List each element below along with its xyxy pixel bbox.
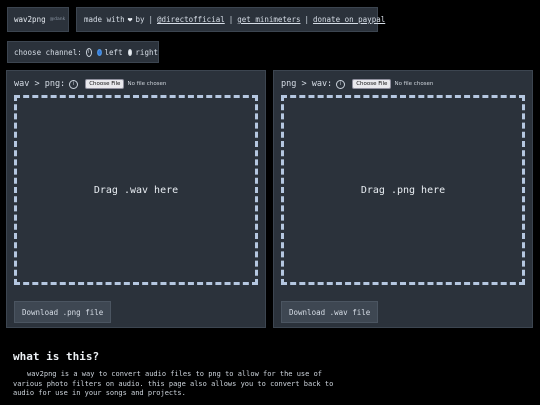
download-png-button[interactable]: Download .png file — [14, 301, 112, 323]
credits-panel: made with ❤ by | @directofficial | get m… — [76, 7, 385, 32]
donate-link[interactable]: donate on paypal — [313, 15, 385, 24]
radio-left-label[interactable]: left — [105, 48, 123, 57]
png-to-wav-panel: png > wav: i Choose File No file chosen … — [273, 70, 533, 328]
author-link[interactable]: @directofficial — [157, 15, 225, 24]
drop-text: Drag .wav here — [93, 184, 179, 196]
app-name: wav2png — [14, 15, 46, 24]
converter-heading: wav > png: — [14, 79, 66, 89]
file-status: No file chosen — [394, 81, 434, 87]
separator: | — [228, 15, 234, 24]
converter-heading: png > wav: — [281, 79, 333, 89]
channel-label: choose channel: — [14, 47, 82, 57]
heart-icon: ❤ — [127, 15, 133, 24]
file-status: No file chosen — [127, 81, 167, 87]
separator: | — [148, 15, 154, 24]
info-icon[interactable]: i — [336, 79, 346, 89]
converter-header: png > wav: i Choose File No file chosen — [281, 79, 433, 89]
about-title: what is this? — [13, 350, 100, 363]
converter-header: wav > png: i Choose File No file chosen — [14, 79, 166, 89]
channel-panel: choose channel: i left right — [7, 41, 159, 63]
about-body: wav2png is a way to convert audio files … — [13, 370, 334, 397]
drop-zone[interactable]: Drag .wav here — [14, 95, 258, 285]
wav-to-png-panel: wav > png: i Choose File No file chosen … — [6, 70, 266, 328]
radio-left[interactable] — [96, 48, 102, 56]
choose-file-button[interactable]: Choose File — [352, 79, 392, 89]
about-section: what is this? wav2png is a way to conver… — [13, 350, 353, 399]
drop-text: Drag .png here — [360, 184, 446, 196]
drop-zone[interactable]: Drag .png here — [281, 95, 525, 285]
made-with-text: made with — [84, 15, 125, 24]
download-wav-button[interactable]: Download .wav file — [281, 301, 379, 323]
app-title-panel: wav2png @dank — [7, 7, 69, 32]
app-tag: @dank — [49, 17, 66, 22]
choose-file-button[interactable]: Choose File — [85, 79, 125, 89]
by-text: by — [135, 15, 145, 24]
info-icon[interactable]: i — [85, 47, 92, 57]
separator: | — [304, 15, 309, 24]
radio-right-label[interactable]: right — [135, 48, 158, 57]
info-icon[interactable]: i — [69, 79, 79, 89]
radio-right[interactable] — [127, 48, 133, 56]
minimeters-link[interactable]: get minimeters — [237, 15, 300, 24]
